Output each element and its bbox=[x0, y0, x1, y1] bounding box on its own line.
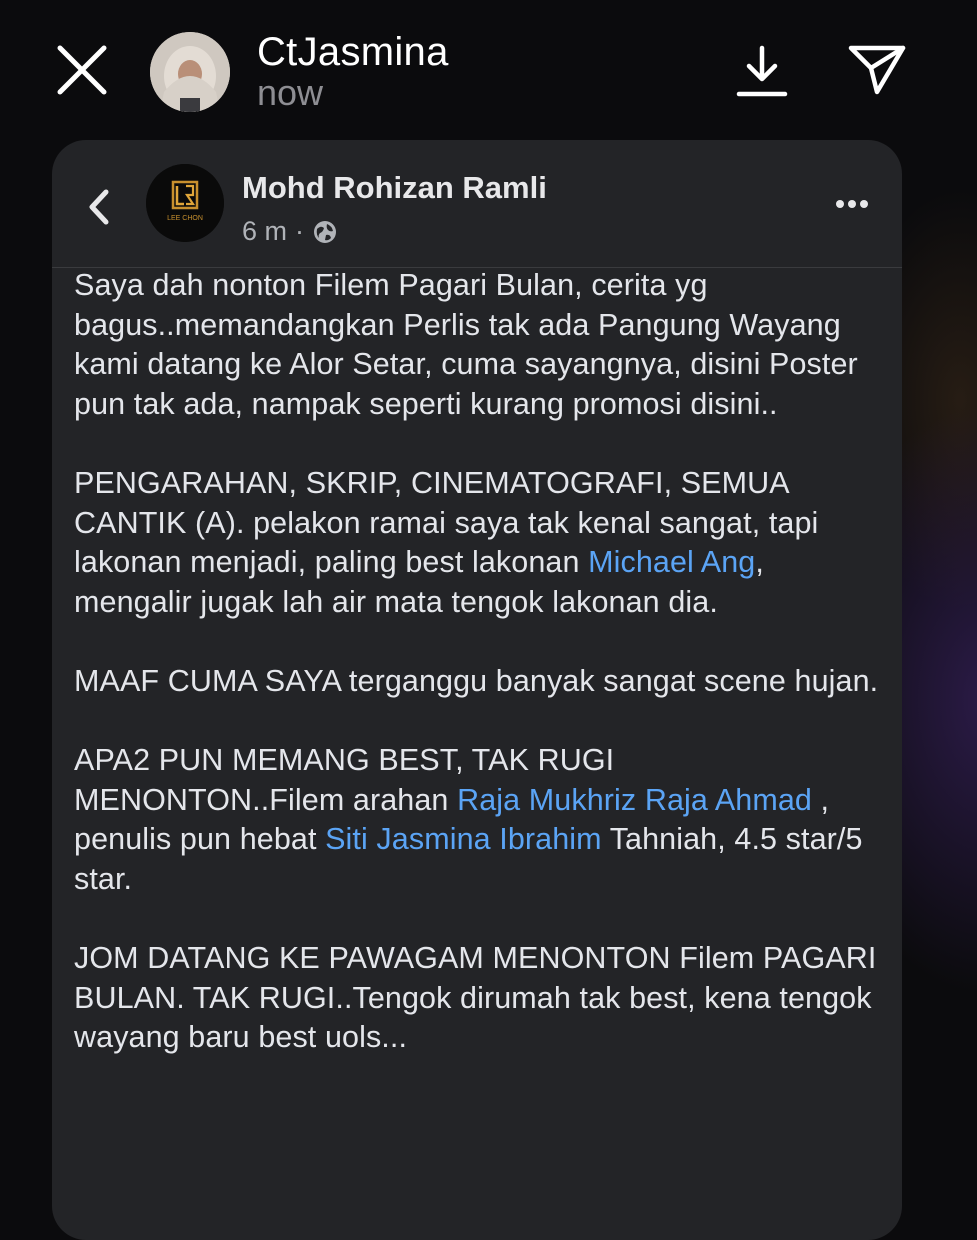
close-icon bbox=[57, 45, 107, 95]
avatar-photo bbox=[150, 32, 230, 112]
post-timestamp: 6 m bbox=[242, 216, 288, 246]
post-body: Saya dah nonton Filem Pagari Bulan, ceri… bbox=[74, 266, 889, 1097]
send-icon bbox=[848, 45, 906, 95]
send-button[interactable] bbox=[845, 40, 909, 100]
download-icon bbox=[736, 45, 788, 97]
mention-link[interactable]: Siti Jasmina Ibrahim bbox=[325, 822, 602, 856]
post-paragraph: PENGARAHAN, SKRIP, CINEMATOGRAFI, SEMUA … bbox=[74, 464, 889, 622]
post-text: JOM DATANG KE PAWAGAM MENONTON Filem PAG… bbox=[74, 941, 877, 1055]
page-logo[interactable]: LEE CHON bbox=[146, 164, 224, 242]
post-paragraph: Saya dah nonton Filem Pagari Bulan, ceri… bbox=[74, 266, 889, 424]
mention-link[interactable]: Raja Mukhriz Raja Ahmad bbox=[457, 783, 812, 817]
post-text: MAAF CUMA SAYA terganggu banyak sangat s… bbox=[74, 663, 879, 698]
download-button[interactable] bbox=[733, 42, 791, 100]
shared-post-card[interactable]: LEE CHON Mohd Rohizan Ramli 6 m · Saya d… bbox=[52, 140, 902, 1240]
svg-text:LEE CHON: LEE CHON bbox=[167, 215, 203, 222]
post-text: Saya dah nonton Filem Pagari Bulan, ceri… bbox=[74, 268, 858, 421]
avatar[interactable] bbox=[150, 32, 230, 112]
post-paragraph: MAAF CUMA SAYA terganggu banyak sangat s… bbox=[74, 662, 889, 702]
post-paragraph: JOM DATANG KE PAWAGAM MENONTON Filem PAG… bbox=[74, 939, 889, 1058]
back-button[interactable] bbox=[80, 184, 116, 230]
mention-link[interactable]: Michael Ang bbox=[588, 545, 755, 579]
globe-icon bbox=[314, 220, 337, 243]
post-paragraph: APA2 PUN MEMANG BEST, TAK RUGI MENONTON.… bbox=[74, 741, 889, 899]
more-options-button[interactable] bbox=[832, 192, 872, 216]
chevron-left-icon bbox=[89, 189, 109, 225]
meta-separator: · bbox=[295, 216, 305, 246]
close-button[interactable] bbox=[52, 40, 112, 100]
post-meta: 6 m · bbox=[242, 216, 338, 247]
more-horizontal-icon bbox=[836, 200, 868, 208]
story-timestamp: now bbox=[257, 72, 324, 113]
post-author-name[interactable]: Mohd Rohizan Ramli bbox=[242, 170, 547, 206]
lee-chon-logo: LEE CHON bbox=[146, 164, 224, 242]
story-username[interactable]: CtJasmina bbox=[257, 30, 449, 75]
